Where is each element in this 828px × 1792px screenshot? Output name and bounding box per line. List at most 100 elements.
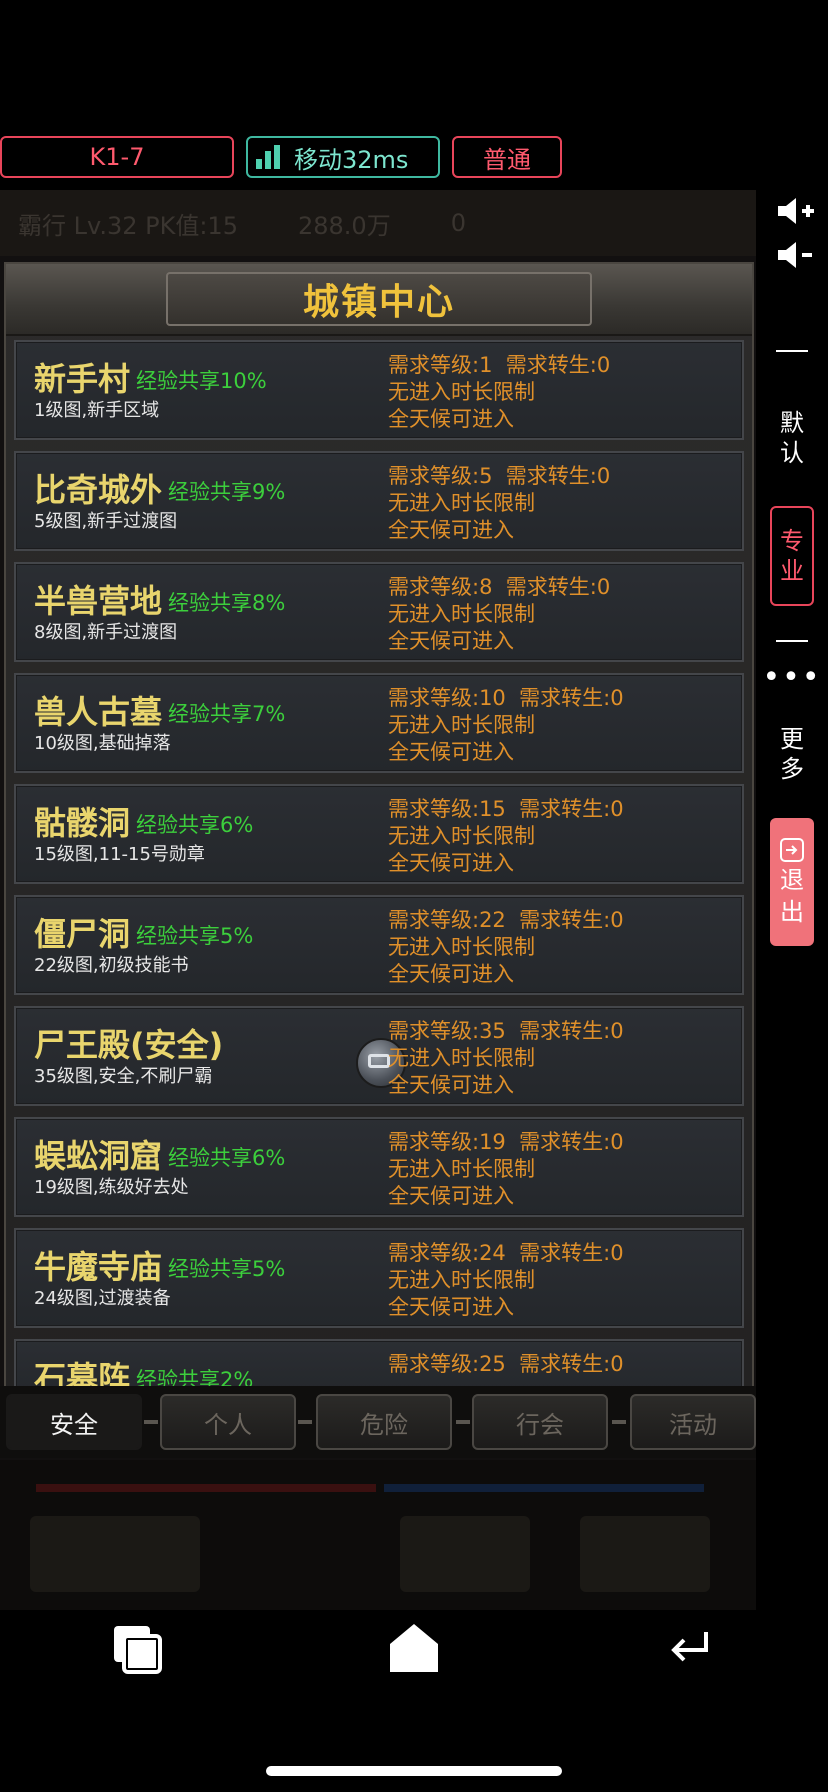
tab-separator [612, 1420, 626, 1424]
requirement-line: 全天候可进入 [388, 518, 514, 542]
requirement-line: 需求等级:15 需求转生:0 [388, 797, 624, 821]
network-chip[interactable]: 移动32ms [246, 136, 440, 178]
home-icon[interactable] [388, 1622, 440, 1674]
requirement-line: 无进入时长限制 [388, 491, 535, 515]
system-nav-bar [0, 1610, 828, 1792]
map-requirements: 需求等级:19 需求转生:0 无进入时长限制 全天候可进入 [388, 1129, 624, 1210]
map-title: 兽人古墓 [34, 693, 163, 731]
game-button[interactable] [30, 1516, 200, 1592]
requirement-line: 需求等级:25 需求转生:0 [388, 1352, 624, 1376]
map-row[interactable]: 比奇城外 经验共享9% 5级图,新手过渡图 需求等级:5 需求转生:0 无进入时长限制全… [14, 451, 744, 551]
tab-separator [456, 1420, 470, 1424]
map-row[interactable]: 牛魔寺庙 经验共享5% 24级图,过渡装备 需求等级:24 需求转生:0 无进入时长限制… [14, 1228, 744, 1328]
player-info: 霸行 Lv.32 PK值:15 [18, 211, 238, 240]
tab-danger[interactable]: 危险 [316, 1394, 452, 1450]
side-toolbar: 默认 专业 ••• 更多 退出 [756, 190, 828, 970]
signal-icon [256, 145, 280, 169]
map-name: 牛魔寺庙 经验共享5% [34, 1242, 285, 1288]
server-label: K1-7 [89, 143, 145, 171]
more-label: 更多 [780, 725, 804, 783]
mp-bar [384, 1484, 704, 1492]
map-row[interactable]: 尸王殿(安全) 35级图,安全,不刷尸霸 需求等级:35 需求转生:0 无进入时长限制… [14, 1006, 744, 1106]
requirement-line: 全天候可进入 [388, 851, 514, 875]
home-indicator[interactable] [266, 1766, 562, 1776]
map-row[interactable]: 骷髅洞 经验共享6% 15级图,11-15号勋章 需求等级:15 需求转生:0 无进入时… [14, 784, 744, 884]
exp-share: 经验共享6% [168, 1146, 286, 1170]
map-name: 蜈蚣洞窟 经验共享6% [34, 1131, 285, 1177]
requirement-line: 无进入时长限制 [388, 713, 535, 737]
requirement-line: 无进入时长限制 [388, 602, 535, 626]
requirement-line: 需求等级:10 需求转生:0 [388, 686, 624, 710]
map-name: 比奇城外 经验共享9% [34, 465, 285, 511]
requirement-line: 无进入时长限制 [388, 1157, 535, 1181]
requirement-line: 需求等级:1 需求转生:0 [388, 353, 611, 377]
map-title: 尸王殿(安全) [34, 1026, 224, 1064]
pro-button[interactable]: 专业 [770, 506, 814, 606]
back-icon[interactable] [668, 1628, 712, 1668]
tab-separator [144, 1420, 158, 1424]
more-option[interactable]: 更多 [756, 724, 828, 784]
map-requirements: 需求等级:8 需求转生:0 无进入时长限制 全天候可进入 [388, 574, 610, 655]
map-description: 22级图,初级技能书 [34, 955, 189, 976]
volume-up-icon[interactable] [776, 196, 816, 226]
map-description: 24级图,过渡装备 [34, 1288, 171, 1309]
tab-separator [298, 1420, 312, 1424]
exit-icon [780, 838, 804, 862]
default-option[interactable]: 默认 [756, 408, 828, 468]
recent-apps-icon[interactable] [112, 1624, 164, 1676]
gold-amount: 288.0万 [297, 211, 391, 240]
requirement-line: 全天候可进入 [388, 1184, 514, 1208]
map-title: 比奇城外 [34, 471, 163, 509]
volume-down-icon[interactable] [776, 240, 816, 270]
requirement-line: 需求等级:22 需求转生:0 [388, 908, 624, 932]
map-title: 蜈蚣洞窟 [34, 1137, 163, 1175]
requirement-line: 无进入时长限制 [388, 380, 535, 404]
map-title: 新手村 [34, 360, 131, 398]
game-viewport[interactable]: 霸行 Lv.32 PK值:15 288.0万 0 城镇中心 新手村 经验共享10%… [0, 190, 756, 1610]
map-row[interactable]: 兽人古墓 经验共享7% 10级图,基础掉落 需求等级:10 需求转生:0 无进入时长限制… [14, 673, 744, 773]
requirement-line: 全天候可进入 [388, 962, 514, 986]
requirement-line: 全天候可进入 [388, 740, 514, 764]
mode-chip[interactable]: 普通 [452, 136, 562, 178]
game-button[interactable] [400, 1516, 530, 1592]
tab-activity[interactable]: 活动 [630, 1394, 756, 1450]
game-bottom-bar [0, 1460, 756, 1610]
map-description: 5级图,新手过渡图 [34, 511, 178, 532]
tab-guild[interactable]: 行会 [472, 1394, 608, 1450]
map-title: 骷髅洞 [34, 804, 131, 842]
map-name: 半兽营地 经验共享8% [34, 576, 285, 622]
tab-personal[interactable]: 个人 [160, 1394, 296, 1450]
game-button[interactable] [580, 1516, 710, 1592]
requirement-line: 无进入时长限制 [388, 824, 535, 848]
server-chip[interactable]: K1-7 [0, 136, 234, 178]
map-requirements: 需求等级:22 需求转生:0 无进入时长限制 全天候可进入 [388, 907, 624, 988]
map-name: 骷髅洞 经验共享6% [34, 798, 253, 844]
map-requirements: 需求等级:15 需求转生:0 无进入时长限制 全天候可进入 [388, 796, 624, 877]
map-name: 兽人古墓 经验共享7% [34, 687, 285, 733]
requirement-line: 全天候可进入 [388, 407, 514, 431]
requirement-line: 需求等级:24 需求转生:0 [388, 1241, 624, 1265]
map-description: 19级图,练级好去处 [34, 1177, 189, 1198]
exp-share: 经验共享10% [136, 369, 267, 393]
panel-header: 城镇中心 [6, 264, 752, 336]
more-dots-icon[interactable]: ••• [756, 660, 828, 695]
category-tabs: 安全 个人 危险 行会 活动 [0, 1386, 756, 1458]
pro-label: 专业 [780, 527, 804, 585]
exit-button[interactable]: 退出 [770, 818, 814, 946]
map-requirements: 需求等级:25 需求转生:0 [388, 1351, 624, 1378]
map-row[interactable]: 蜈蚣洞窟 经验共享6% 19级图,练级好去处 需求等级:19 需求转生:0 无进入时长限… [14, 1117, 744, 1217]
requirement-line: 全天候可进入 [388, 1295, 514, 1319]
tab-safe[interactable]: 安全 [6, 1394, 142, 1450]
default-label: 默认 [780, 409, 804, 467]
map-description: 1级图,新手区域 [34, 400, 160, 421]
map-row[interactable]: 僵尸洞 经验共享5% 22级图,初级技能书 需求等级:22 需求转生:0 无进入时长限制… [14, 895, 744, 995]
exit-label: 退出 [780, 866, 804, 926]
map-requirements: 需求等级:10 需求转生:0 无进入时长限制 全天候可进入 [388, 685, 624, 766]
map-name: 尸王殿(安全) [34, 1020, 223, 1066]
exp-share: 经验共享5% [136, 924, 254, 948]
map-row[interactable]: 半兽营地 经验共享8% 8级图,新手过渡图 需求等级:8 需求转生:0 无进入时长限制全… [14, 562, 744, 662]
requirement-line: 需求等级:35 需求转生:0 [388, 1019, 624, 1043]
exp-share: 经验共享6% [136, 813, 254, 837]
divider [776, 350, 808, 352]
map-row[interactable]: 新手村 经验共享10% 1级图,新手区域 需求等级:1 需求转生:0 无进入时长限制 全天… [14, 340, 744, 440]
